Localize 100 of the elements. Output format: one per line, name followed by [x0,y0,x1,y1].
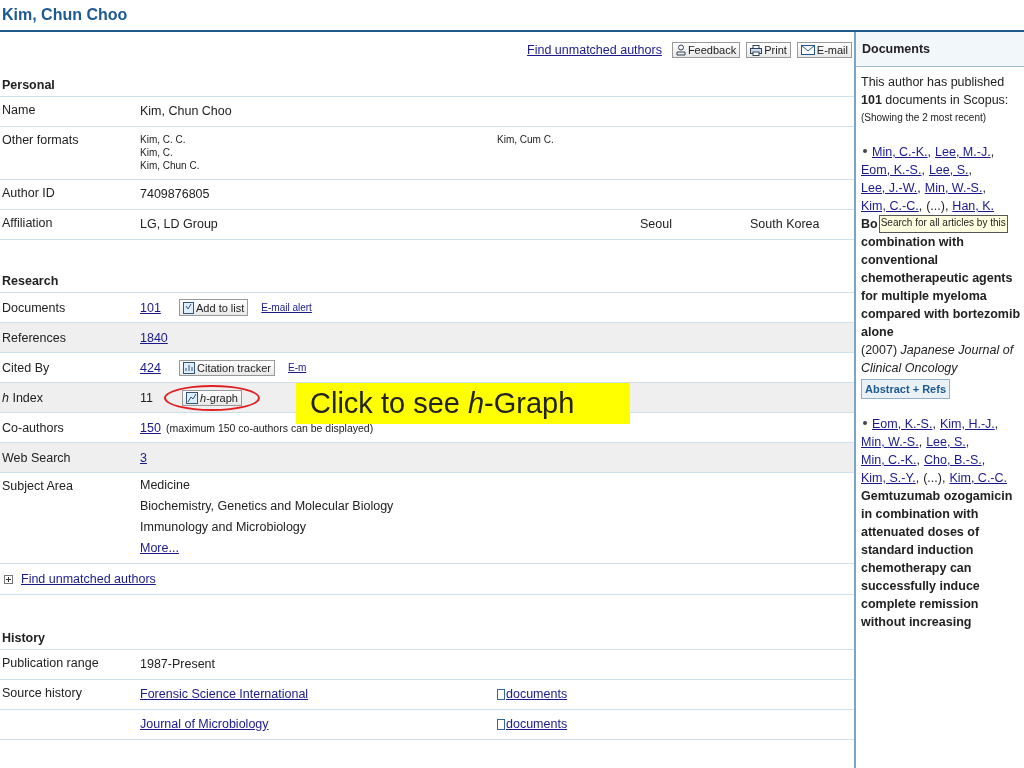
more-link[interactable]: More... [140,538,394,559]
comma: , [994,416,999,433]
showing-note: (Showing the 2 most recent) [861,111,988,125]
document-icon [497,718,505,730]
chart-icon [183,361,195,374]
author-link[interactable]: Lee, J.-W. [861,179,918,197]
documents-link[interactable]: documents [506,687,568,701]
documents-link[interactable]: documents [506,717,568,731]
graph-icon [186,391,198,404]
comma: , [944,198,949,215]
author-name-title: Kim, Chun Choo [2,6,128,24]
field-label: Publication range [1,655,100,672]
h-graph-button[interactable]: h-graph [182,389,242,406]
comma: , [968,162,973,179]
field-label: Cited By [1,359,51,377]
comma: , [965,434,970,451]
section-heading: Research [0,264,854,293]
country-value: South Korea [750,216,821,233]
author-link[interactable]: Lee, S. [928,161,969,179]
comma: , [916,452,921,469]
person-icon [675,44,686,56]
author-link[interactable]: Min, C.-K. [872,143,928,161]
field-value: Kim, Chun Choo [140,103,233,120]
comma: , [982,180,986,197]
comma: , [918,434,923,451]
field-label: Source history [1,685,83,702]
count-link[interactable]: 150 [140,420,162,435]
author-link[interactable]: Min, W.-S. [861,433,919,451]
field-label: Affiliation [1,215,54,232]
field-value: Kim, C. C. [140,133,187,146]
find-unmatched-authors-link[interactable]: Find unmatched authors [527,43,662,57]
author-link[interactable]: Kim, S.-Y. [861,469,916,487]
email-button[interactable]: E-mail [796,42,852,58]
count-link[interactable]: 424 [140,360,162,375]
field-value: 7409876805 [140,186,211,203]
field-value: LG, LD Group [140,216,219,233]
field-label: Subject Area [1,478,74,495]
envelope-icon [800,45,815,55]
document-title: Bo [861,216,878,233]
intro-text: This author has published 101 documents in Scopus: [861,74,1010,109]
author-link[interactable]: Kim, C.-C. [861,197,919,215]
comma: , [915,470,920,487]
printer-icon [750,44,763,56]
comma: , [927,144,932,161]
author-link[interactable]: Kim, C.-C. [949,469,1007,487]
comma: , [941,470,946,487]
field-label: References [1,329,67,347]
co-authors-note: (maximum 150 co-authors can be displayed) [166,421,374,434]
field-label: Documents [1,299,67,317]
count-link[interactable]: 101 [140,300,162,315]
city-value: Seoul [640,216,673,233]
document-title: combination with conventional chemotherapeutic agents for multiple myeloma compared with bortezomib alone [861,234,1021,341]
bullet-icon [863,149,867,153]
expand-icon[interactable] [4,574,13,584]
clipboard-icon [183,301,194,314]
callout-label: Click to see h-Graph [296,383,630,424]
author-link[interactable]: Lee, M.-J. [935,143,991,161]
comma: , [921,162,925,179]
author-link[interactable]: Kim, H.-J. [939,415,995,433]
subject-area: Medicine [140,475,394,496]
comma: , [917,180,921,197]
field-label: Other formats [1,132,80,149]
field-value: Kim, Chun C. [140,159,201,172]
email-alert-link[interactable]: E-m [288,362,307,373]
add-to-list-button[interactable]: Add to list [179,299,249,316]
citation-tracker-button[interactable]: Citation tracker [179,359,275,376]
abstract-refs-button[interactable]: Abstract + Refs [861,379,950,399]
subject-area: Biochemistry, Genetics and Molecular Biology [140,496,394,517]
field-label: Name [1,102,37,119]
comma: , [990,144,995,161]
field-value: 1987-Present [140,656,217,673]
count-link[interactable]: 1840 [140,330,168,345]
h-index-value: 11 [140,390,154,405]
tooltip: Search for all articles by this [878,215,1008,233]
comma: , [981,452,986,469]
field-label: Author ID [1,185,56,202]
print-button[interactable]: Print [746,42,791,58]
field-label: h Index [1,389,44,407]
field-value: Kim, C. [140,146,174,159]
comma: , [932,416,936,433]
panel-header: Documents [856,32,1024,67]
source-title-link[interactable]: Journal of Microbiology [140,710,497,738]
count-link[interactable]: 3 [140,450,162,465]
author-link[interactable]: Lee, S. [926,433,966,451]
author-link[interactable]: Han, K. [952,197,995,215]
feedback-button[interactable]: Feedback [671,42,741,58]
comma: , [918,198,923,215]
subject-area: Immunology and Microbiology [140,517,394,538]
author-link[interactable]: Min, C.-K. [861,451,917,469]
find-unmatched-authors-link[interactable]: Find unmatched authors [21,572,156,586]
field-label: Co-authors [1,419,65,437]
source-title-link[interactable]: Forensic Science International [140,680,497,708]
ellipsis-text: (...) [926,198,945,215]
section-heading: History [0,621,854,650]
bullet-icon [863,421,867,425]
publication-info: (2007) Japanese Journal of Clinical Oncology [861,342,1016,377]
document-icon [497,688,505,700]
field-value: Kim, Cum C. [497,133,555,147]
email-alert-link[interactable]: E-mail alert [261,302,312,313]
author-link[interactable]: Cho, B.-S. [924,451,982,469]
